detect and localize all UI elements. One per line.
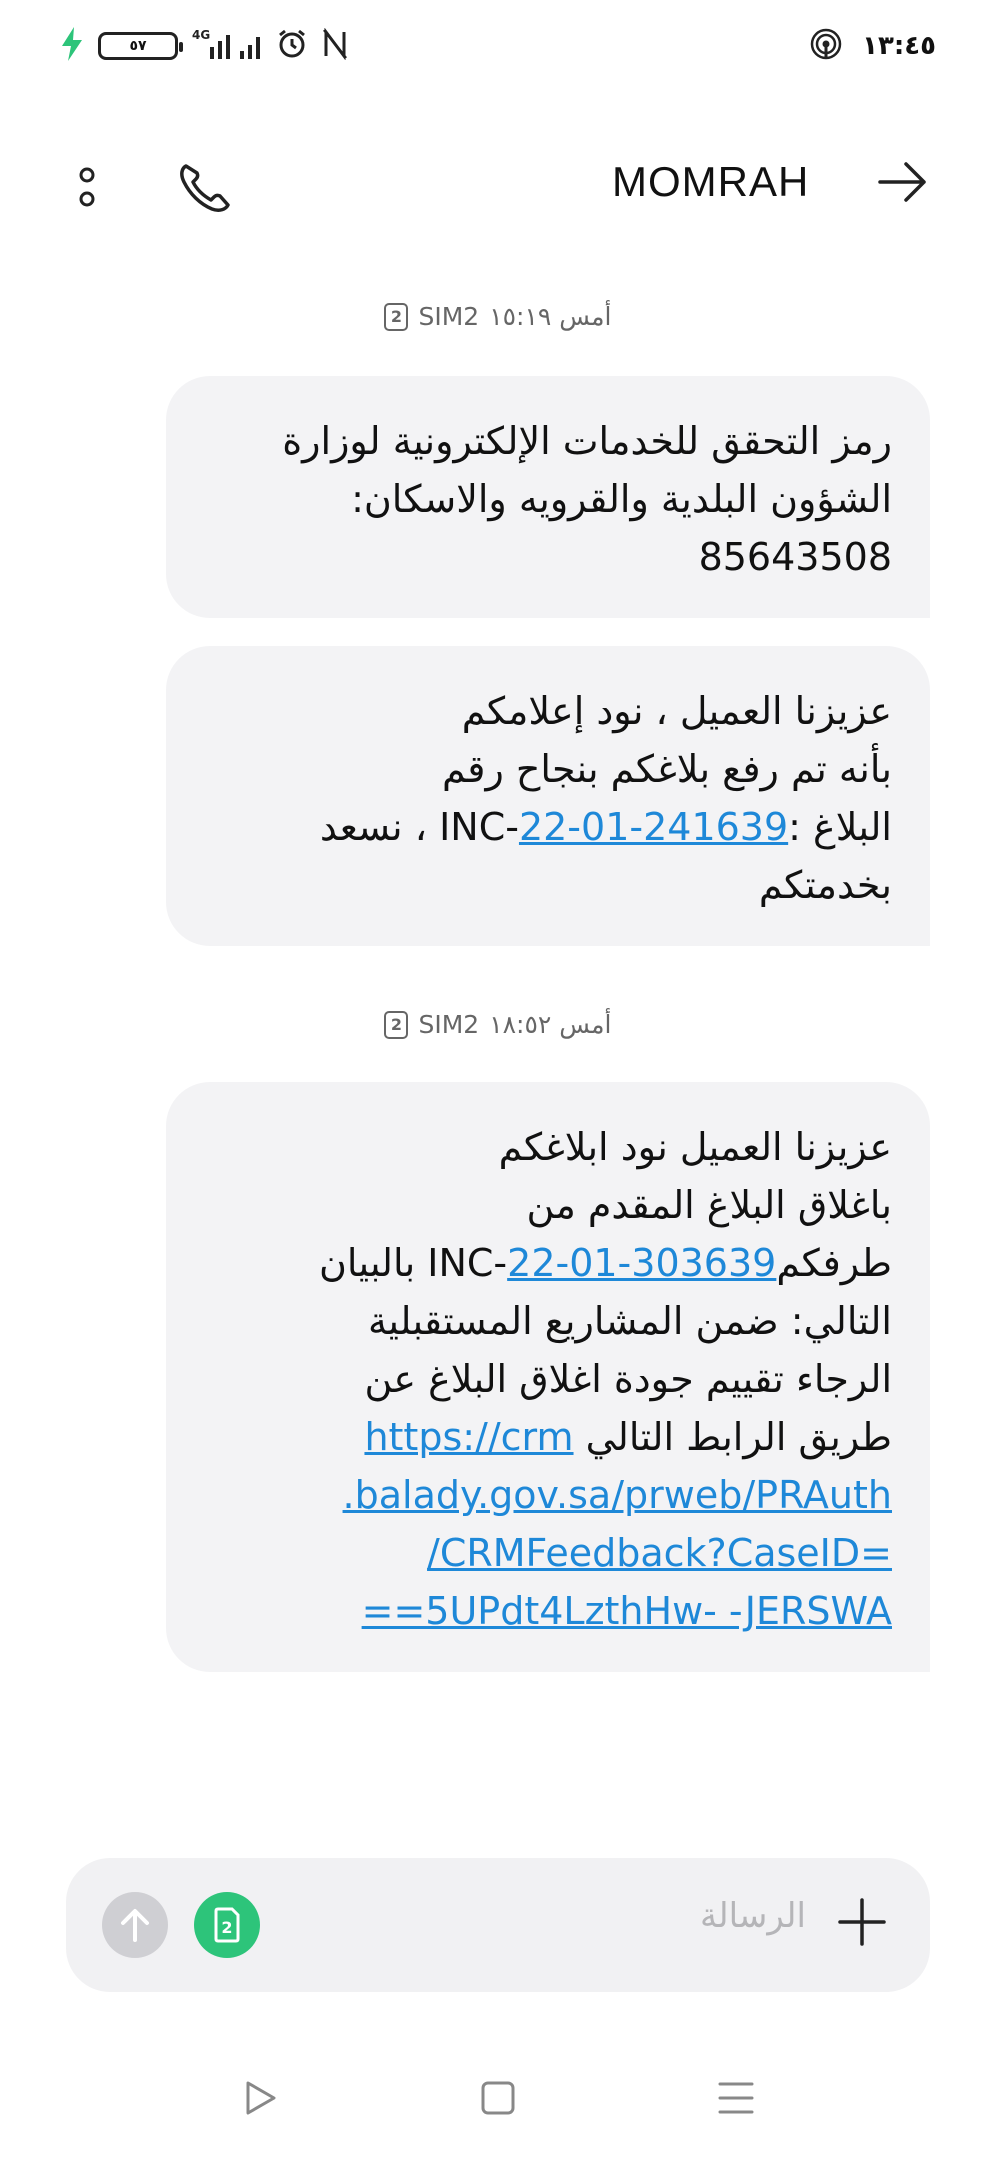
message-line: البلاغ :INC-22-01-241639 ، نسعد — [204, 798, 892, 856]
sim-icon: 2 — [214, 1907, 240, 1943]
verification-code[interactable]: 85643508 — [204, 528, 892, 586]
ticket-prefix: INC- — [439, 805, 519, 849]
message-line: طريق الرابط التالي https://crm — [204, 1408, 892, 1466]
message-line: عزيزنا العميل ، نود إعلامكم — [461, 689, 892, 733]
back-arrow-icon[interactable] — [878, 160, 928, 208]
message-line: التالي: ضمن المشاريع المستقبلية — [368, 1299, 892, 1343]
status-bar: ٥٧ 4G ١٣:٤٥ — [0, 0, 996, 90]
message-line: الشؤون البلدية والقرويه والاسكان: — [351, 477, 892, 521]
message-composer: 2 الرسالة — [66, 1858, 930, 1992]
message-line: بخدمتكم — [758, 863, 892, 907]
svg-text:2: 2 — [221, 1918, 232, 1937]
conversation-header: MOMRAH — [0, 140, 996, 230]
date-separator: 2 SIM2 أمس ١٨:٥٢ — [0, 1010, 996, 1039]
battery-icon: ٥٧ — [98, 32, 183, 60]
sim-icon: 2 — [384, 1010, 409, 1039]
sim-icon: 2 — [384, 302, 409, 331]
message-line: باغلاق البلاغ المقدم من — [526, 1183, 892, 1227]
feedback-link[interactable]: https://crm — [364, 1415, 573, 1459]
ticket-number: INC-22-01-303639 — [427, 1241, 776, 1285]
message-line: طرفكمINC-22-01-303639 بالبيان — [204, 1234, 892, 1292]
signal-icon: 4G — [192, 27, 262, 65]
timestamp: أمس ١٨:٥٢ — [489, 1010, 612, 1039]
home-icon[interactable] — [478, 2078, 518, 2122]
feedback-link[interactable]: /CRMFeedback?CaseID= — [204, 1524, 892, 1582]
ticket-number: INC-22-01-241639 — [439, 805, 788, 849]
nfc-icon — [322, 27, 348, 64]
message-bubble[interactable]: رمز التحقق للخدمات الإلكترونية لوزارة ال… — [166, 376, 930, 618]
sim-label: SIM2 — [418, 302, 480, 331]
hotspot-icon — [810, 28, 842, 64]
message-bubble[interactable]: عزيزنا العميل نود ابلاغكم باغلاق البلاغ … — [166, 1082, 930, 1672]
message-bubble[interactable]: عزيزنا العميل ، نود إعلامكم بأنه تم رفع … — [166, 646, 930, 946]
plus-icon[interactable] — [836, 1896, 888, 1952]
message-line: عزيزنا العميل نود ابلاغكم — [498, 1125, 892, 1169]
date-separator: 2 SIM2 أمس ١٥:١٩ — [0, 302, 996, 331]
phone-icon[interactable] — [178, 162, 232, 216]
menu-icon[interactable] — [716, 2078, 756, 2122]
sim-label: SIM2 — [418, 1010, 480, 1039]
feedback-link[interactable]: .balady.gov.sa/prweb/PRAuth — [204, 1466, 892, 1524]
message-text: طريق الرابط التالي — [585, 1415, 892, 1459]
send-icon — [121, 1909, 149, 1942]
status-icons-right: ١٣:٤٥ — [810, 26, 936, 66]
more-icon[interactable] — [76, 166, 98, 214]
feedback-link[interactable]: ==5UPdt4LzthHw- -JERSWA — [204, 1582, 892, 1640]
message-line: رمز التحقق للخدمات الإلكترونية لوزارة — [282, 419, 892, 463]
message-line: بأنه تم رفع بلاغكم بنجاح رقم — [442, 747, 892, 791]
message-text: ، نسعد — [319, 805, 427, 849]
svg-text:4G: 4G — [192, 28, 210, 42]
navigation-bar — [0, 2060, 996, 2140]
message-input[interactable]: الرسالة — [700, 1896, 806, 1936]
message-text: البلاغ : — [788, 805, 892, 849]
charging-icon — [60, 27, 84, 65]
clock: ١٣:٤٥ — [862, 31, 936, 61]
alarm-icon — [276, 28, 308, 64]
message-text: بالبيان — [319, 1241, 416, 1285]
timestamp: أمس ١٥:١٩ — [489, 302, 612, 331]
recent-apps-icon[interactable] — [240, 2078, 280, 2122]
contact-name: MOMRAH — [612, 158, 810, 205]
message-line: الرجاء تقييم جودة اغلاق البلاغ عن — [364, 1357, 892, 1401]
ticket-link[interactable]: 22-01-303639 — [507, 1241, 776, 1285]
status-icons-left: ٥٧ 4G — [60, 26, 348, 66]
send-button[interactable] — [102, 1892, 168, 1958]
ticket-prefix: INC- — [427, 1241, 508, 1285]
message-text: طرفكم — [776, 1241, 892, 1285]
sim-select-button[interactable]: 2 — [194, 1892, 260, 1958]
ticket-link[interactable]: 22-01-241639 — [519, 805, 788, 849]
